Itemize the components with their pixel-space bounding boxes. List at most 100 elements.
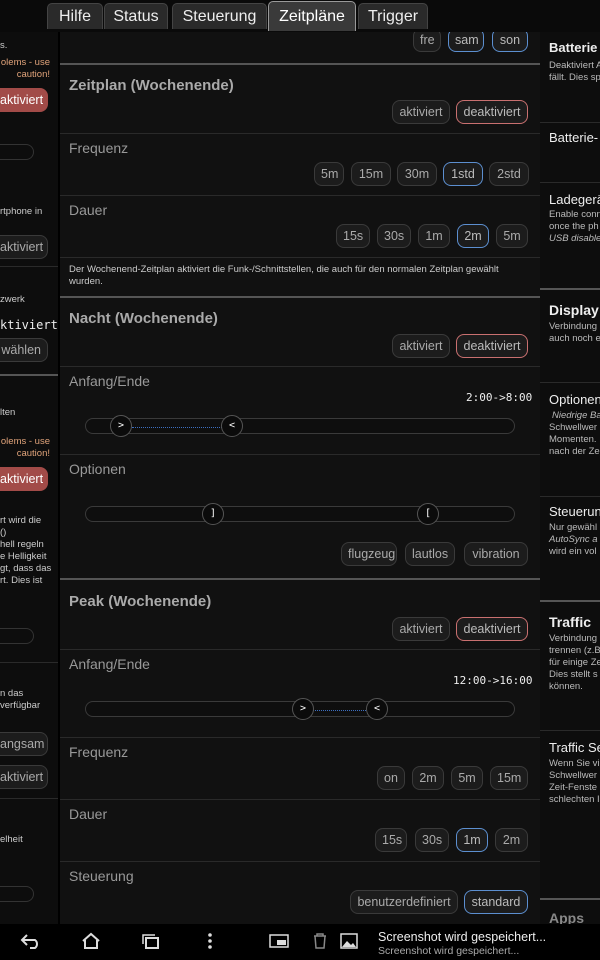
night-range-fill <box>132 427 222 428</box>
duration-option-2m[interactable]: 2m <box>457 224 489 248</box>
right-heading: Steuerun <box>549 504 600 519</box>
divider <box>60 737 540 738</box>
peak-weekend-enable-button[interactable]: aktiviert <box>392 617 450 641</box>
frequency-option-2std[interactable]: 2std <box>489 162 529 186</box>
peak-range-label: Anfang/Ende <box>69 656 150 672</box>
peak-range-start-handle[interactable]: > <box>292 698 314 720</box>
left-text: elheit <box>0 834 23 845</box>
tab-status[interactable]: Status <box>104 3 168 29</box>
night-weekend-enable-button[interactable]: aktiviert <box>392 334 450 358</box>
main-panel: fre sam son Zeitplan (Wochenende) aktivi… <box>60 32 540 924</box>
image-icon <box>336 932 362 955</box>
tab-steuerung[interactable]: Steuerung <box>172 3 267 29</box>
night-options-handle-a[interactable]: ] <box>202 503 224 525</box>
home-icon[interactable] <box>78 932 104 955</box>
divider <box>540 182 600 183</box>
section-divider <box>60 63 540 65</box>
peak-duration-option-1m[interactable]: 1m <box>456 828 488 852</box>
duration-option-15s[interactable]: 15s <box>336 224 370 248</box>
divider <box>540 382 600 383</box>
left-select-button[interactable]: angsam <box>0 732 48 756</box>
frequency-option-1std[interactable]: 1std <box>443 162 483 186</box>
left-text: verfügbar <box>0 700 41 711</box>
divider <box>60 366 540 367</box>
peak-control-label: Steuerung <box>69 868 134 884</box>
option-flugzeug[interactable]: flugzeug <box>341 542 397 566</box>
left-toggle-button[interactable]: aktiviert <box>0 235 48 259</box>
peak-range-end-handle[interactable]: < <box>366 698 388 720</box>
peak-duration-option-15s[interactable]: 15s <box>375 828 407 852</box>
peak-frequency-option-2m[interactable]: 2m <box>412 766 444 790</box>
day-button-sam[interactable]: sam <box>448 32 484 52</box>
section-divider <box>540 898 600 900</box>
peak-control-option-custom[interactable]: benutzerdefiniert <box>350 890 458 914</box>
trash-icon[interactable] <box>308 932 332 955</box>
left-toggle-button[interactable]: aktiviert <box>0 88 48 112</box>
duration-option-1m[interactable]: 1m <box>418 224 450 248</box>
left-field[interactable] <box>0 144 34 160</box>
right-text: Momenten. <box>549 434 597 445</box>
right-text: wird ein vol <box>549 546 597 557</box>
peak-frequency-option-5m[interactable]: 5m <box>451 766 483 790</box>
right-text: Schwellwer <box>549 770 598 781</box>
night-range-end-handle[interactable]: < <box>221 415 243 437</box>
section-divider <box>60 578 540 580</box>
peak-duration-option-30s[interactable]: 30s <box>415 828 449 852</box>
left-toggle-button[interactable]: aktiviert <box>0 765 48 789</box>
duration-option-30s[interactable]: 30s <box>377 224 411 248</box>
left-toggle-button[interactable]: aktiviert <box>0 467 48 491</box>
screen-icon[interactable] <box>266 932 292 955</box>
right-text: Verbindung <box>549 633 598 644</box>
right-text: für einige Ze <box>549 657 600 668</box>
night-options-handle-b[interactable]: [ <box>417 503 439 525</box>
night-options-label: Optionen <box>69 461 126 477</box>
tab-hilfe[interactable]: Hilfe <box>47 3 103 29</box>
left-select-button[interactable]: wählen <box>0 338 48 362</box>
divider <box>60 799 540 800</box>
peak-weekend-disable-button[interactable]: deaktiviert <box>456 617 528 641</box>
schedule-weekend-description: Der Wochenend-Zeitplan aktiviert die Fun… <box>69 264 499 287</box>
right-text: Enable conn <box>549 209 600 220</box>
tab-trigger[interactable]: Trigger <box>358 3 428 29</box>
night-weekend-disable-button[interactable]: deaktiviert <box>456 334 528 358</box>
duration-option-5m[interactable]: 5m <box>496 224 528 248</box>
day-button-fre[interactable]: fre <box>413 32 441 52</box>
tab-zeitplaene[interactable]: Zeitpläne <box>268 1 356 31</box>
night-range-track[interactable] <box>85 418 515 434</box>
peak-frequency-option-15m[interactable]: 15m <box>490 766 528 790</box>
schedule-weekend-disable-button[interactable]: deaktiviert <box>456 100 528 124</box>
night-range-start-handle[interactable]: > <box>110 415 132 437</box>
divider <box>60 649 540 650</box>
frequency-option-5m[interactable]: 5m <box>314 162 344 186</box>
divider <box>0 798 58 799</box>
right-text: Dies stellt s <box>549 669 598 680</box>
right-text: USB disable <box>549 233 600 244</box>
left-text: zwerk <box>0 294 25 305</box>
section-divider <box>60 296 540 298</box>
peak-control-option-standard[interactable]: standard <box>464 890 528 914</box>
right-heading: Batterie- <box>549 130 599 145</box>
notification-title: Screenshot wird gespeichert... <box>378 930 547 944</box>
peak-frequency-option-on[interactable]: on <box>377 766 405 790</box>
recent-apps-icon[interactable] <box>138 932 164 955</box>
left-field[interactable] <box>0 628 34 644</box>
menu-icon[interactable] <box>198 932 222 955</box>
left-text: () <box>0 527 7 538</box>
option-vibration[interactable]: vibration <box>464 542 528 566</box>
schedule-weekend-enable-button[interactable]: aktiviert <box>392 100 450 124</box>
left-field[interactable] <box>0 886 34 902</box>
right-heading: Batterie <box>549 40 598 55</box>
day-button-son[interactable]: son <box>492 32 528 52</box>
night-options-track[interactable] <box>85 506 515 522</box>
back-icon[interactable] <box>18 932 44 955</box>
option-lautlos[interactable]: lautlos <box>405 542 455 566</box>
right-panel: Batterie Deaktiviert A fällt. Dies sp Ba… <box>540 32 600 924</box>
section-title-peak-weekend: Peak (Wochenende) <box>69 593 212 610</box>
frequency-option-15m[interactable]: 15m <box>351 162 391 186</box>
left-text: lten <box>0 407 16 418</box>
frequency-option-30m[interactable]: 30m <box>397 162 437 186</box>
peak-duration-option-2m[interactable]: 2m <box>495 828 528 852</box>
divider <box>540 496 600 497</box>
right-text: Zeit-Fenste <box>549 782 598 793</box>
right-text: once the ph <box>549 221 599 232</box>
